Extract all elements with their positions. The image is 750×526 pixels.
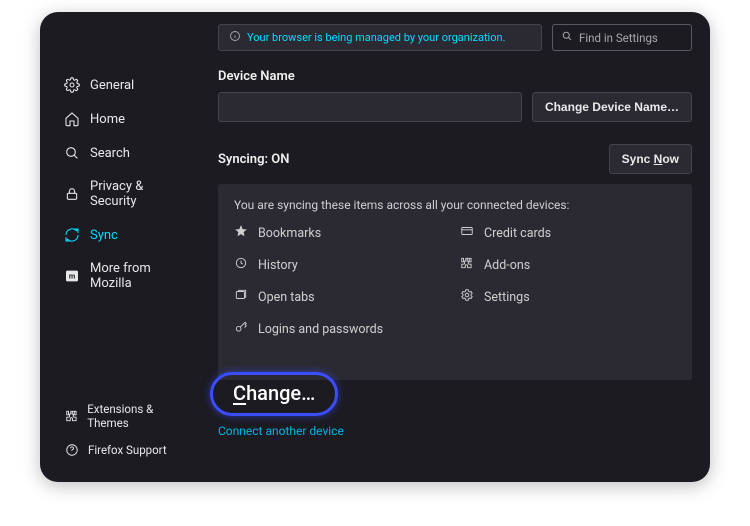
sync-icon	[64, 227, 80, 243]
top-bar: Your browser is being managed by your or…	[218, 24, 692, 51]
gear-icon	[64, 77, 80, 93]
sidebar-label: Home	[90, 112, 125, 127]
mozilla-icon: m	[64, 268, 80, 284]
org-managed-banner[interactable]: Your browser is being managed by your or…	[218, 24, 542, 51]
sync-panel: You are syncing these items across all y…	[218, 184, 692, 380]
card-icon	[460, 224, 474, 242]
sidebar-item-home[interactable]: Home	[40, 102, 206, 136]
sidebar-item-general[interactable]: General	[40, 68, 206, 102]
sidebar-footer-label: Firefox Support	[88, 443, 167, 457]
sync-item-opentabs: Open tabs	[234, 288, 450, 306]
main-content: Your browser is being managed by your or…	[206, 12, 710, 482]
sidebar-extensions[interactable]: Extensions & Themes	[40, 396, 206, 436]
key-icon	[234, 320, 248, 338]
sidebar-footer: Extensions & Themes Firefox Support	[40, 396, 206, 482]
sync-description: You are syncing these items across all y…	[234, 198, 676, 212]
device-name-heading: Device Name	[218, 69, 692, 84]
sync-now-button[interactable]: Sync Now	[609, 144, 692, 174]
sync-item-bookmarks: Bookmarks	[234, 224, 450, 242]
sidebar-label: Sync	[90, 228, 118, 243]
sidebar-label: Search	[90, 146, 130, 161]
sidebar-label: More from Mozilla	[90, 261, 192, 291]
sync-item-logins: Logins and passwords	[234, 320, 450, 338]
sync-item-addons: Add-ons	[460, 256, 676, 274]
info-icon	[229, 30, 241, 45]
svg-text:m: m	[69, 272, 75, 281]
puzzle-icon	[64, 408, 79, 424]
gear-icon	[460, 288, 474, 306]
sidebar: General Home Search Privacy & Security S…	[40, 12, 206, 482]
sidebar-footer-label: Extensions & Themes	[87, 402, 192, 430]
sidebar-item-search[interactable]: Search	[40, 136, 206, 170]
sync-item-settings: Settings	[460, 288, 676, 306]
sidebar-item-privacy[interactable]: Privacy & Security	[40, 170, 206, 218]
sidebar-support[interactable]: Firefox Support	[40, 436, 206, 464]
lock-icon	[64, 186, 80, 202]
puzzle-icon	[460, 256, 474, 274]
star-icon	[234, 224, 248, 242]
change-sync-items-button[interactable]: Change…	[210, 372, 338, 416]
search-icon	[64, 145, 80, 161]
sidebar-item-sync[interactable]: Sync	[40, 218, 206, 252]
sidebar-item-mozilla[interactable]: m More from Mozilla	[40, 252, 206, 300]
org-banner-text: Your browser is being managed by your or…	[247, 31, 505, 44]
search-placeholder: Find in Settings	[579, 31, 658, 45]
device-name-field[interactable]	[218, 92, 522, 122]
change-device-name-button[interactable]: Change Device Name…	[532, 92, 692, 122]
help-icon	[64, 442, 80, 458]
clock-icon	[234, 256, 248, 274]
search-input[interactable]: Find in Settings	[552, 24, 692, 51]
sync-item-history: History	[234, 256, 450, 274]
syncing-heading: Syncing: ON	[218, 152, 289, 167]
sync-item-creditcards: Credit cards	[460, 224, 676, 242]
home-icon	[64, 111, 80, 127]
settings-window: General Home Search Privacy & Security S…	[40, 12, 710, 482]
search-icon	[561, 30, 573, 45]
sidebar-label: General	[90, 78, 134, 93]
sidebar-label: Privacy & Security	[90, 179, 192, 209]
tabs-icon	[234, 288, 248, 306]
